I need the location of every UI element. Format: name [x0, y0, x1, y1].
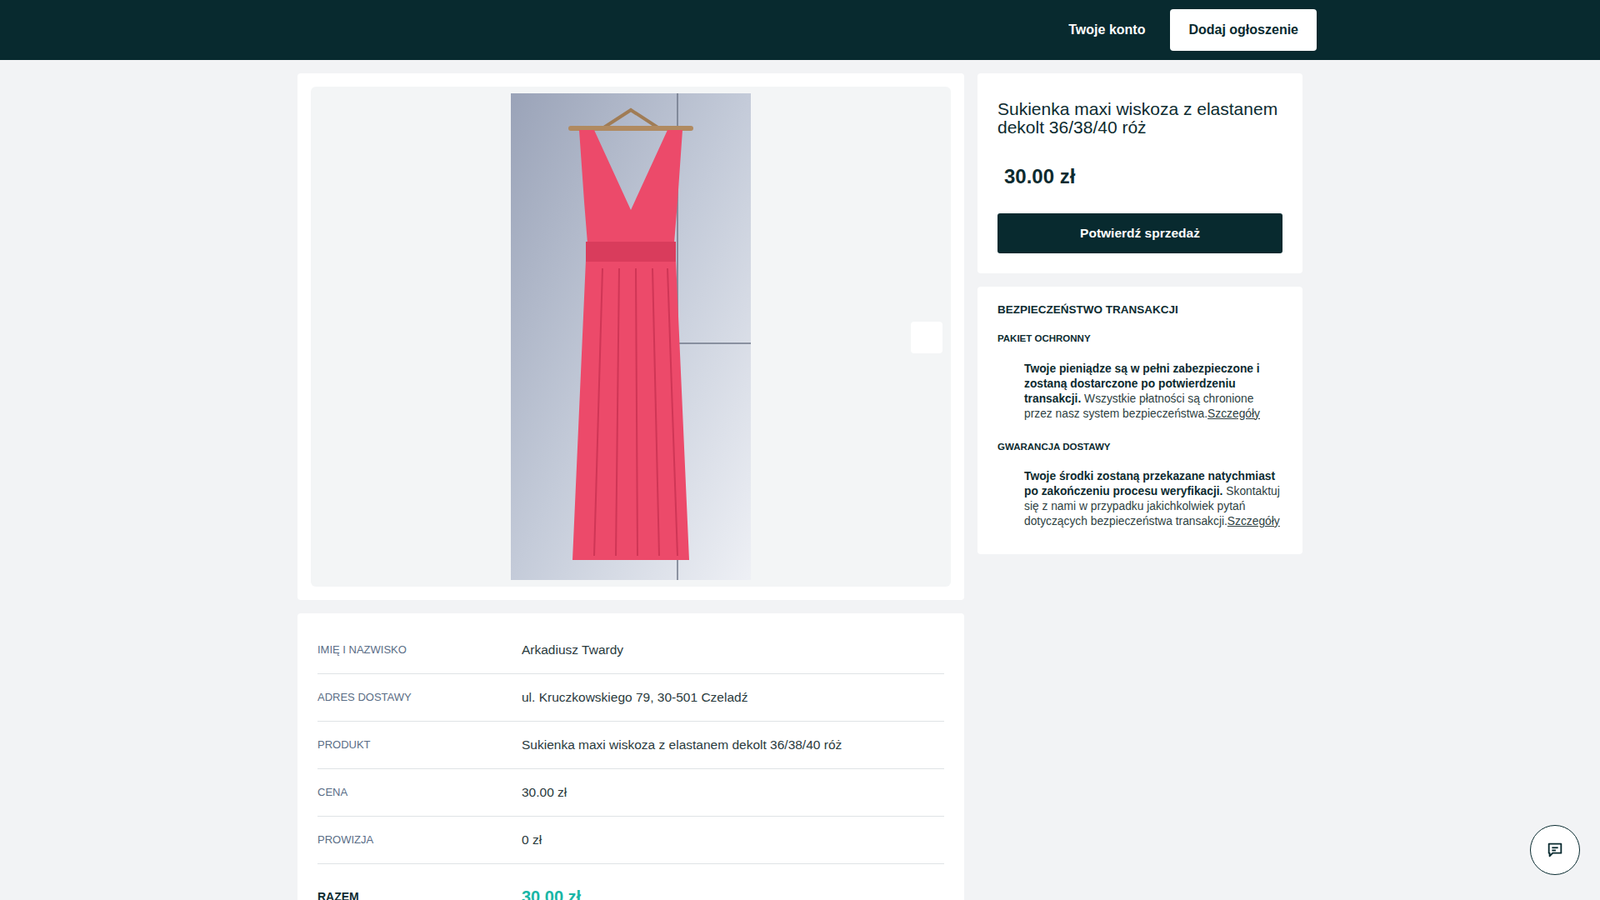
detail-row: ADRES DOSTAWYul. Kruczkowskiego 79, 30-5… — [317, 674, 945, 722]
product-price: 30.00 zł — [997, 161, 1283, 192]
add-listing-button[interactable]: Dodaj ogłoszenie — [1170, 9, 1317, 51]
detail-value: 30.00 zł — [521, 782, 567, 802]
detail-label: IMIĘ I NAZWISKO — [317, 641, 522, 659]
photo-gallery — [310, 86, 951, 587]
security-section-title: PAKIET OCHRONNY — [997, 331, 1283, 346]
product-title: Sukienka maxi wiskoza z elastanem dekolt… — [997, 100, 1283, 137]
detail-value: Sukienka maxi wiskoza z elastanem dekolt… — [521, 735, 842, 755]
detail-row: IMIĘ I NAZWISKOArkadiusz Twardy — [317, 626, 945, 675]
detail-value: Arkadiusz Twardy — [521, 640, 624, 660]
account-link[interactable]: Twoje konto — [1056, 13, 1157, 47]
total-label: RAZEM — [317, 888, 522, 900]
security-card: BEZPIECZEŃSTWO TRANSAKCJI PAKIET OCHRONNY… — [977, 286, 1303, 555]
security-heading: BEZPIECZEŃSTWO TRANSAKCJI — [997, 301, 1283, 319]
detail-label: CENA — [317, 784, 522, 801]
total-value: 30.00 zł — [521, 884, 581, 900]
security-section-title: GWARANCJA DOSTAWY — [997, 440, 1283, 455]
order-details-card: IMIĘ I NAZWISKOArkadiusz TwardyADRES DOS… — [297, 613, 965, 900]
product-photo[interactable] — [510, 93, 751, 580]
security-section-text: Twoje środki zostaną przekazane natychmi… — [997, 469, 1283, 530]
detail-label: PROWIZJA — [317, 831, 522, 849]
detail-value: 0 zł — [521, 830, 542, 850]
detail-row: PRODUKTSukienka maxi wiskoza z elastanem… — [317, 721, 945, 770]
details-link[interactable]: Szczegóły — [1207, 407, 1260, 420]
next-photo-button[interactable] — [910, 321, 943, 354]
details-link[interactable]: Szczegóły — [1227, 515, 1280, 528]
top-navbar: Twoje konto Dodaj ogłoszenie — [0, 0, 1600, 60]
chat-icon — [1545, 840, 1565, 860]
security-section-text: Twoje pieniądze są w pełni zabezpieczone… — [997, 361, 1283, 422]
detail-label: ADRES DOSTAWY — [317, 689, 522, 706]
total-row: RAZEM30.00 zł — [317, 864, 945, 900]
chat-button[interactable] — [1530, 825, 1580, 875]
detail-label: PRODUKT — [317, 736, 522, 754]
product-summary-card: Sukienka maxi wiskoza z elastanem dekolt… — [977, 73, 1303, 274]
confirm-sale-button[interactable]: Potwierdź sprzedaż — [997, 213, 1283, 254]
detail-value: ul. Kruczkowskiego 79, 30-501 Czeladź — [521, 687, 748, 707]
gallery-card — [297, 73, 965, 600]
detail-row: CENA30.00 zł — [317, 769, 945, 817]
detail-row: PROWIZJA0 zł — [317, 816, 945, 865]
